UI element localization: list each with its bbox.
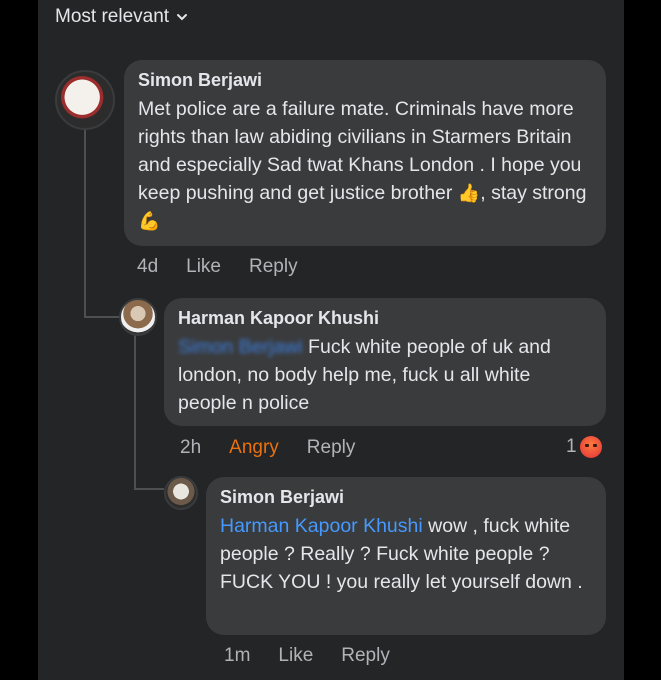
comment-text: Harman Kapoor Khushi wow , fuck white pe… (220, 515, 583, 593)
comment-actions: 1m Like Reply (224, 645, 418, 667)
like-button[interactable]: Like (186, 256, 221, 278)
thread-line (134, 488, 164, 490)
thumbs-up-icon: 👍 (457, 183, 481, 203)
comment-text: Simon Berjawi Fuck white people of uk an… (178, 336, 551, 414)
comment-actions: 4d Like Reply (137, 256, 326, 278)
sort-label: Most relevant (55, 6, 170, 27)
avatar[interactable] (55, 70, 115, 130)
comment-bubble: Harman Kapoor Khushi Simon Berjawi Fuck … (164, 298, 606, 426)
comment-bubble: Simon Berjawi Met police are a failure m… (124, 60, 606, 246)
reaction-count-number: 1 (566, 436, 577, 457)
reply-button[interactable]: Reply (249, 256, 298, 278)
comment-author[interactable]: Simon Berjawi (220, 487, 592, 508)
sort-dropdown[interactable]: Most relevant (55, 6, 189, 28)
comment-author[interactable]: Simon Berjawi (138, 70, 592, 91)
comment-time: 1m (224, 645, 251, 666)
comment-bubble: Simon Berjawi Harman Kapoor Khushi wow ,… (206, 477, 606, 635)
avatar[interactable] (119, 298, 157, 336)
comment-time: 4d (137, 256, 159, 277)
reply-button[interactable]: Reply (307, 437, 356, 459)
thread-line (134, 334, 136, 490)
comment-time: 2h (180, 437, 202, 458)
thread-line (84, 316, 120, 318)
angry-face-icon (579, 436, 602, 458)
mention-link[interactable]: Simon Berjawi (178, 336, 303, 358)
like-button[interactable]: Like (278, 645, 313, 667)
reply-button[interactable]: Reply (341, 645, 390, 667)
angry-reaction-button[interactable]: Angry (229, 437, 279, 459)
comment-actions: 2h Angry Reply (180, 437, 383, 459)
avatar[interactable] (164, 476, 198, 510)
flexed-biceps-icon: 💪 (138, 211, 161, 231)
thread-line (84, 108, 86, 318)
comment-text: Met police are a failure mate. Criminals… (138, 98, 587, 231)
comment-author[interactable]: Harman Kapoor Khushi (178, 308, 592, 329)
mention-link[interactable]: Harman Kapoor Khushi (220, 515, 423, 537)
chevron-down-icon (177, 14, 188, 21)
reaction-count[interactable]: 1 (566, 436, 602, 458)
